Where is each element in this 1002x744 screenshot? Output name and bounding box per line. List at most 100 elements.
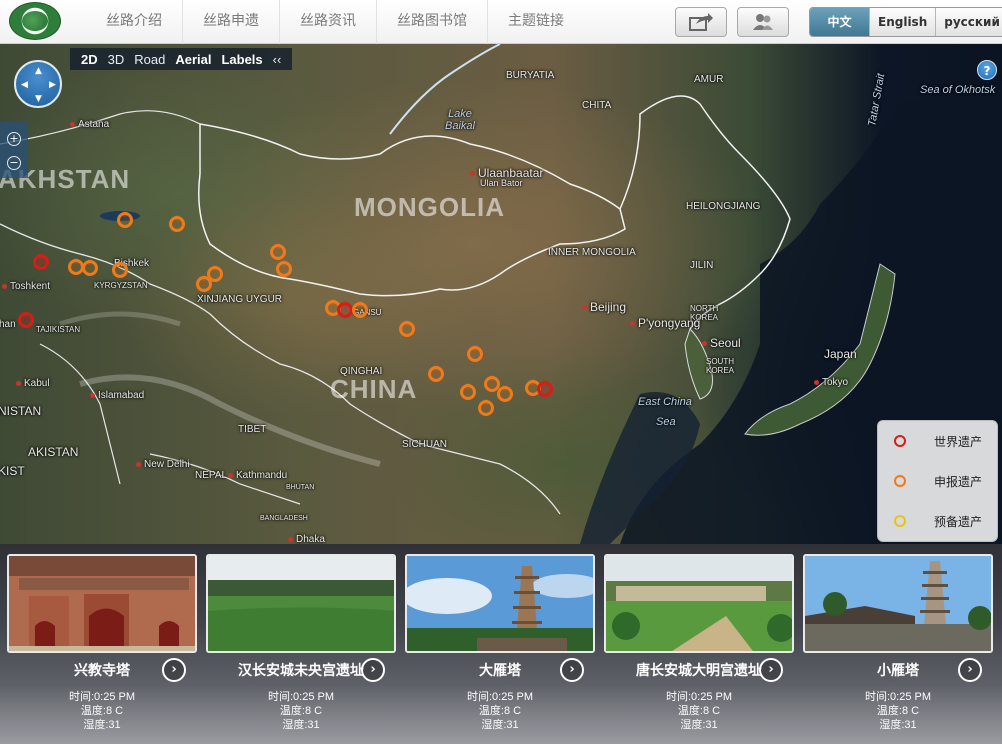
main-nav: 丝路介绍 丝路申遗 丝路资讯 丝路图书馆 主题链接 — [86, 0, 584, 44]
site-time: 时间:0:25 PM — [864, 691, 932, 703]
site-photo-daming[interactable] — [604, 554, 794, 653]
label-tajikistan: TAJIKISTAN — [36, 325, 81, 334]
label-jilin: JILIN — [690, 260, 714, 271]
label-south-korea: SOUTH KOREA — [706, 357, 735, 375]
label-lake-baikal: Lake Baikal — [445, 108, 475, 132]
silk-road-logo[interactable] — [9, 2, 61, 40]
label-east-china-sea-2: Sea — [656, 416, 676, 428]
help-button[interactable]: ? — [977, 60, 997, 80]
label-japan: Japan — [824, 347, 857, 361]
site-time: 时间:0:25 PM — [466, 691, 534, 703]
site-card[interactable]: 汉长安城未央宫遗址 › 时间:0:25 PM 温度:8 C 湿度:31 — [206, 554, 396, 744]
world-heritage-icon — [894, 435, 906, 447]
label-bangladesh: BANGLADESH — [260, 515, 308, 522]
heritage-marker[interactable] — [169, 215, 185, 232]
language-switcher: 中文 English русский — [809, 7, 1002, 37]
chevron-right-icon[interactable]: › — [361, 658, 385, 682]
site-time: 时间:0:25 PM — [267, 691, 335, 703]
user-button[interactable] — [737, 7, 789, 37]
zoom-in-icon[interactable]: + — [7, 132, 21, 146]
site-card[interactable]: 大雁塔 › 时间:0:25 PM 温度:8 C 湿度:31 — [405, 554, 595, 744]
label-inner-mongolia: INNER MONGOLIA — [548, 247, 636, 258]
toolbar-road[interactable]: Road — [129, 52, 170, 67]
chevron-right-icon[interactable]: › — [560, 658, 584, 682]
share-button[interactable] — [675, 7, 727, 37]
toolbar-2d[interactable]: 2D — [76, 52, 103, 67]
pan-up-icon[interactable]: ▲ — [35, 66, 42, 76]
toolbar-aerial[interactable]: Aerial — [170, 52, 216, 67]
nav-item-intro[interactable]: 丝路介绍 — [86, 0, 183, 44]
site-card[interactable]: 兴教寺塔 › 时间:0:25 PM 温度:8 C 湿度:31 — [7, 554, 197, 744]
label-kabul: Kabul — [16, 378, 50, 389]
pan-down-icon[interactable]: ▼ — [35, 94, 42, 104]
toolbar-labels[interactable]: Labels — [216, 52, 267, 67]
site-humidity: 湿度:31 — [282, 719, 320, 731]
site-photo-small-wild-goose[interactable] — [803, 554, 993, 653]
heritage-marker[interactable] — [207, 265, 223, 282]
heritage-marker[interactable] — [537, 380, 553, 397]
heritage-marker[interactable] — [112, 261, 128, 278]
legend-world-heritage[interactable]: 世界遗产 — [878, 421, 999, 461]
label-toshkent: Toshkent — [2, 281, 50, 292]
label-kyrgyzstan: KYRGYZSTAN — [94, 281, 148, 290]
map-view[interactable]: AKHSTAN MONGOLIA CHINA BURYATIA CHITA AM… — [0, 44, 1002, 544]
site-humidity: 湿度:31 — [879, 719, 917, 731]
heritage-marker[interactable] — [270, 243, 286, 260]
label-astana: Astana — [70, 119, 109, 130]
nav-item-heritage-application[interactable]: 丝路申遗 — [183, 0, 280, 44]
heritage-marker[interactable] — [117, 211, 133, 228]
pan-left-icon[interactable]: ◀ — [21, 80, 28, 90]
site-humidity: 湿度:31 — [83, 719, 121, 731]
legend-nominated-heritage[interactable]: 申报遗产 — [878, 461, 999, 501]
heritage-marker[interactable] — [33, 253, 49, 270]
label-pyongyang: P'yongyang — [630, 316, 700, 330]
label-dushanbe: shan — [0, 319, 16, 330]
map-legend: 世界遗产 申报遗产 预备遗产 — [877, 420, 998, 542]
label-sea-of-okhotsk: Sea of Okhotsk — [920, 84, 996, 96]
chevron-right-icon[interactable]: › — [162, 658, 186, 682]
site-photo-big-wild-goose[interactable] — [405, 554, 595, 653]
nav-item-links[interactable]: 主题链接 — [488, 0, 584, 44]
site-photo-xingjiao[interactable] — [7, 554, 197, 653]
pan-control-icon[interactable]: ▲ ▼ ◀ ▶ — [14, 60, 62, 108]
label-xinjiang: XINJIANG UYGUR — [197, 294, 283, 305]
site-temperature: 温度:8 C — [478, 705, 522, 717]
user-group-icon — [753, 14, 773, 30]
label-kirgiz: KIST — [0, 464, 25, 478]
heritage-marker[interactable] — [82, 259, 98, 276]
site-temperature: 温度:8 C — [677, 705, 721, 717]
heritage-marker[interactable] — [497, 385, 513, 402]
site-card[interactable]: 唐长安城大明宫遗址 › 时间:0:25 PM 温度:8 C 湿度:31 — [604, 554, 794, 744]
toolbar-3d[interactable]: 3D — [103, 52, 130, 67]
heritage-marker[interactable] — [478, 399, 494, 416]
heritage-marker[interactable] — [276, 260, 292, 277]
heritage-marker[interactable] — [18, 311, 34, 328]
legend-tentative-heritage[interactable]: 预备遗产 — [878, 501, 999, 541]
label-afghanistan: NISTAN — [0, 404, 42, 418]
toolbar-collapse[interactable]: ‹‹ — [268, 52, 287, 67]
lang-english[interactable]: English — [870, 8, 937, 36]
heritage-marker[interactable] — [467, 345, 483, 362]
site-time: 时间:0:25 PM — [68, 691, 136, 703]
label-pakistan: AKISTAN — [28, 445, 79, 459]
legend-label: 预备遗产 — [934, 515, 983, 529]
zoom-out-icon[interactable]: − — [7, 156, 21, 170]
lang-russian[interactable]: русский — [936, 8, 1002, 36]
pan-right-icon[interactable]: ▶ — [49, 80, 56, 90]
lang-chinese[interactable]: 中文 — [810, 8, 870, 36]
nav-item-library[interactable]: 丝路图书馆 — [377, 0, 488, 44]
heritage-marker[interactable] — [460, 383, 476, 400]
legend-label: 申报遗产 — [934, 475, 983, 489]
chevron-right-icon[interactable]: › — [958, 658, 982, 682]
heritage-marker[interactable] — [352, 301, 368, 318]
label-chita: CHITA — [582, 100, 612, 111]
site-card[interactable]: 小雁塔 › 时间:0:25 PM 温度:8 C 湿度:31 — [803, 554, 993, 744]
heritage-marker[interactable] — [399, 320, 415, 337]
nav-item-news[interactable]: 丝路资讯 — [280, 0, 377, 44]
heritage-marker[interactable] — [428, 365, 444, 382]
zoom-panel: + − — [0, 122, 28, 178]
site-photo-weiyang[interactable] — [206, 554, 396, 653]
chevron-right-icon[interactable]: › — [759, 658, 783, 682]
label-seoul: Seoul — [702, 336, 741, 350]
heritage-marker[interactable] — [337, 301, 353, 318]
